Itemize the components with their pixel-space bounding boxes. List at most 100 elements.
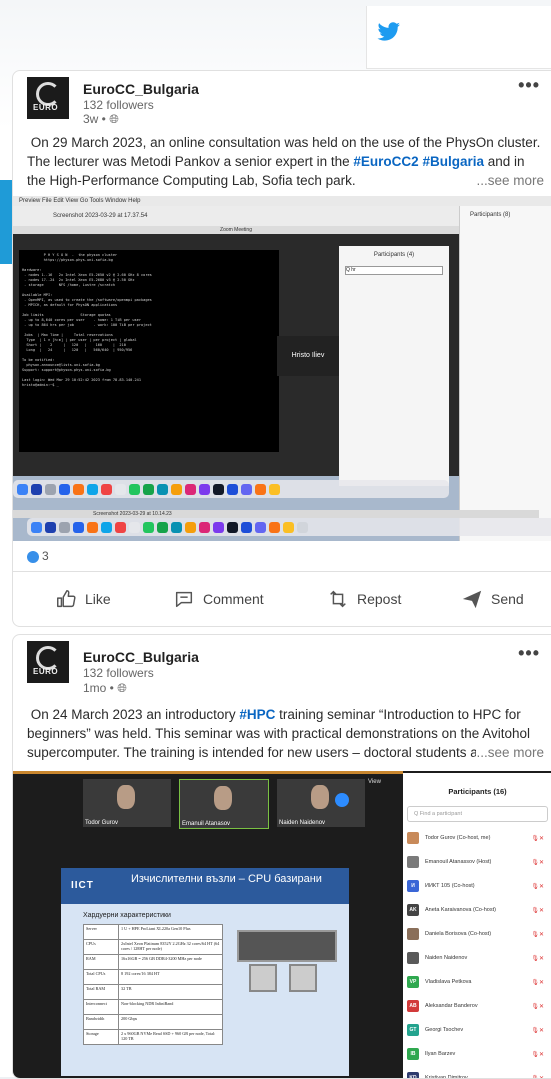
participant-row: Naiden Naidenov 🎙︎✕ [403, 946, 551, 970]
zoom-window: Screenshot 2023-03-29 at 17.37.54 Zoom M… [13, 206, 459, 486]
hashtag-eurocc2[interactable]: #EuroCC2 [353, 154, 418, 169]
company-avatar[interactable]: EURO [27, 77, 69, 119]
spec-value: 16x16GB = 256 GB DDR4-3200 MHz per node [118, 954, 223, 970]
participant-row: IB Ilyan Barzev 🎙︎✕ [403, 1042, 551, 1066]
mic-muted-icon: 🎙︎✕ [531, 835, 544, 842]
post-text-2: 󠁿 On 24 March 2023 an introductory #HPC … [27, 705, 547, 762]
zoom-title: Zoom Meeting [13, 226, 459, 234]
post-time-text: 3w • [83, 112, 110, 126]
post-time-2: 1mo • 🌐︎ [83, 681, 127, 696]
more-options-icon[interactable]: ••• [518, 75, 540, 96]
spec-value: 8 192 cores/16 384 HT [118, 969, 223, 985]
post-time: 3w • 🌐︎ [83, 112, 119, 127]
participant-row: KDKristiyan Dimitrov🎙︎✕ [403, 1066, 551, 1078]
mic-muted-icon: 🎙︎✕ [531, 1051, 544, 1058]
send-icon [462, 590, 482, 609]
thumbs-up-icon [57, 590, 76, 608]
spec-row: Total CPUs 8 192 cores/16 384 HT [83, 969, 223, 985]
participant-avatar: VP [407, 976, 419, 988]
spec-row: Total RAM 32 TB [83, 984, 223, 1000]
video-tile-name: Todor Gurov [85, 820, 119, 826]
participant-row: AK Aneta Karaivanova (Co-host) 🎙︎✕ [403, 898, 551, 922]
spec-label: Storage [83, 1029, 119, 1045]
second-window: Participants (8) [459, 206, 551, 541]
image-top-border [13, 771, 403, 774]
next-page-icon [335, 793, 349, 807]
participants-title: Participants (4) [373, 252, 415, 258]
twitter-widget[interactable] [366, 6, 551, 69]
speaker-tile: Hristo Iliev [277, 336, 339, 376]
spec-row: RAM 16x16GB = 256 GB DDR4-3200 MHz per no… [83, 954, 223, 970]
participant-name: ИИКТ 105 (Co-host) [425, 883, 475, 889]
spec-label: Server [83, 924, 119, 940]
participant-name: Aleksandar Banderov [425, 1003, 478, 1009]
mic-muted-icon: 🎙︎✕ [531, 1075, 544, 1079]
participant-row: И ИИКТ 105 (Co-host) 🎙︎✕ [403, 874, 551, 898]
mic-muted-icon: 🎙︎✕ [531, 859, 544, 866]
view-button: View [368, 779, 381, 785]
dock-1 [13, 480, 449, 498]
participant-row: Todor Gurov (Co-host, me) 🎙︎✕ [403, 826, 551, 850]
participant-row: AB Aleksandar Banderov 🎙︎✕ [403, 994, 551, 1018]
video-tile-name: Emanuil Atanasov [182, 821, 231, 827]
more-options-icon-2[interactable]: ••• [518, 643, 540, 664]
participant-avatar [407, 928, 419, 940]
participant-name: Vladislava Petkova [425, 979, 472, 985]
post-image-2[interactable]: Todor Gurov Emanuil Atanasov Naiden Naiden… [13, 771, 551, 1078]
spec-label: Interconnect [83, 999, 119, 1015]
comment-button[interactable]: Comment [173, 588, 264, 610]
mic-muted-icon: 🎙︎✕ [531, 1003, 544, 1010]
hashtag-bulgaria[interactable]: #Bulgaria [422, 154, 484, 169]
mic-muted-icon: 🎙︎✕ [531, 907, 544, 914]
participant-avatar: AB [407, 1000, 419, 1012]
participants-search: Q hr [345, 266, 443, 275]
mic-muted-icon: 🎙︎✕ [531, 955, 544, 962]
participant-avatar: IB [407, 1048, 419, 1060]
repost-button[interactable]: Repost [327, 588, 401, 610]
screenshot-bottom-bar: Screenshot 2023-03-29 at 10.14.23 [13, 510, 539, 518]
spec-label: CPUs [83, 939, 119, 955]
post-text-start-2: 󠁿 On 24 March 2023 an introductory [27, 707, 240, 722]
see-more-link-2[interactable]: ...see more [476, 743, 544, 762]
see-more-text-2[interactable]: ...see more [476, 745, 544, 760]
find-participant-field: Q Find a participant [407, 806, 548, 822]
globe-icon: 🌐︎ [109, 112, 119, 126]
spec-label: Total RAM [83, 984, 119, 1000]
twitter-icon [377, 22, 400, 41]
participant-avatar [407, 856, 419, 868]
spec-value: 2xIntel Xeon Platinum 8352Y 2.2GHz 32 co… [118, 939, 223, 955]
participants-title-right: Participants (8) [470, 212, 511, 218]
repost-label: Repost [357, 591, 402, 607]
participant-face [117, 785, 135, 809]
like-reaction-icon [27, 550, 39, 563]
author-name[interactable]: EuroCC_Bulgaria [83, 81, 199, 97]
participant-name: Daniela Borisova (Co-host) [425, 931, 492, 937]
server-image [237, 930, 337, 962]
mic-muted-icon: 🎙︎✕ [531, 979, 544, 986]
like-button[interactable]: Like [55, 588, 111, 610]
participant-name: Emanouil Atanassov (Host) [425, 859, 492, 865]
author-name-2[interactable]: EuroCC_Bulgaria [83, 649, 199, 665]
send-button[interactable]: Send [461, 588, 524, 610]
post-image-1[interactable]: Preview File Edit View Go Tools Window H… [13, 196, 551, 541]
globe-icon: 🌐︎ [117, 681, 127, 695]
followers-count-2: 132 followers [83, 666, 154, 680]
participant-name: Aneta Karaivanova (Co-host) [425, 907, 496, 913]
hashtag-hpc[interactable]: #HPC [239, 707, 275, 722]
see-more-link[interactable]: ...see more [476, 171, 544, 190]
participant-avatar [407, 952, 419, 964]
reactions[interactable]: 3 [27, 549, 49, 563]
participant-name: Georgi Tsochev [425, 1027, 464, 1033]
post-text: 󠁿 On 29 March 2023, an online consultati… [27, 133, 547, 190]
company-avatar-2[interactable]: EURO [27, 641, 69, 683]
participant-avatar: И [407, 880, 419, 892]
participant-face [311, 785, 329, 809]
reaction-count: 3 [42, 549, 49, 563]
participant-name: Naiden Naidenov [425, 955, 468, 961]
spec-value: 2 x 960GB NVMe Read SSD + 960 GB per nod… [118, 1029, 223, 1045]
participant-avatar: GT [407, 1024, 419, 1036]
participant-name: Todor Gurov (Co-host, me) [425, 835, 491, 841]
participant-avatar [407, 832, 419, 844]
see-more-text[interactable]: ...see more [476, 173, 544, 188]
spec-row: Interconnect Non-blocking NDR InfiniBand [83, 999, 223, 1015]
